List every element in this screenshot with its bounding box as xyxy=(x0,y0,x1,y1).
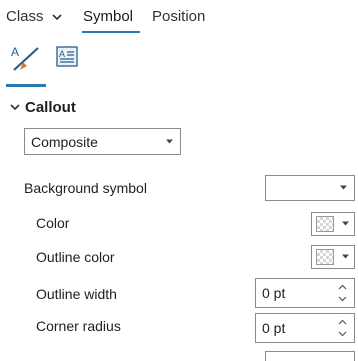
chevron-up-icon[interactable] xyxy=(338,319,347,325)
color-picker-button[interactable] xyxy=(311,212,355,236)
dropdown-arrow-icon xyxy=(340,185,347,190)
corner-radius-spinner[interactable]: 0 pt xyxy=(255,313,355,343)
tab-class-label: Class xyxy=(6,8,44,25)
chevron-up-icon[interactable] xyxy=(338,284,347,290)
tab-symbol[interactable]: Symbol xyxy=(83,8,133,25)
text-symbol-icon: A xyxy=(11,45,39,71)
outline-color-picker-button[interactable] xyxy=(311,245,355,269)
symbol-icon-underline xyxy=(6,84,46,87)
dropdown-arrow-icon xyxy=(342,254,349,259)
no-color-swatch-icon xyxy=(316,249,334,265)
next-control-partial[interactable] xyxy=(265,351,355,361)
callout-type-dropdown[interactable]: Composite xyxy=(24,128,181,155)
tab-symbol-label: Symbol xyxy=(83,8,134,25)
callout-type-value: Composite xyxy=(31,133,98,150)
text-properties-icon: A xyxy=(56,46,78,67)
collapse-chevron-icon xyxy=(10,104,20,111)
chevron-down-icon[interactable] xyxy=(338,331,347,337)
callout-section-header[interactable]: Callout xyxy=(10,99,76,116)
dropdown-arrow-icon xyxy=(166,139,173,143)
tab-class[interactable]: Class xyxy=(6,8,62,25)
corner-radius-label: Corner radius xyxy=(36,318,121,334)
outline-width-spinner[interactable]: 0 pt xyxy=(255,278,355,308)
outline-width-value: 0 pt xyxy=(262,285,286,301)
tab-symbol-underline xyxy=(82,31,140,33)
dropdown-arrow-icon xyxy=(342,221,349,226)
background-symbol-label: Background symbol xyxy=(24,180,147,196)
chevron-down-icon[interactable] xyxy=(338,296,347,302)
chevron-down-icon xyxy=(52,13,62,20)
outline-color-label: Outline color xyxy=(36,249,115,265)
symbol-tab-button[interactable]: A xyxy=(10,44,39,71)
text-properties-button[interactable]: A xyxy=(55,44,81,70)
color-label: Color xyxy=(36,215,70,231)
tab-position[interactable]: Position xyxy=(152,8,205,25)
corner-radius-value: 0 pt xyxy=(262,320,286,336)
outline-width-label: Outline width xyxy=(36,286,117,302)
svg-text:A: A xyxy=(11,45,19,59)
callout-header-label: Callout xyxy=(25,99,76,116)
svg-text:A: A xyxy=(59,49,65,59)
no-color-swatch-icon xyxy=(316,216,334,232)
background-symbol-dropdown[interactable] xyxy=(265,175,355,201)
tab-position-label: Position xyxy=(152,8,206,25)
